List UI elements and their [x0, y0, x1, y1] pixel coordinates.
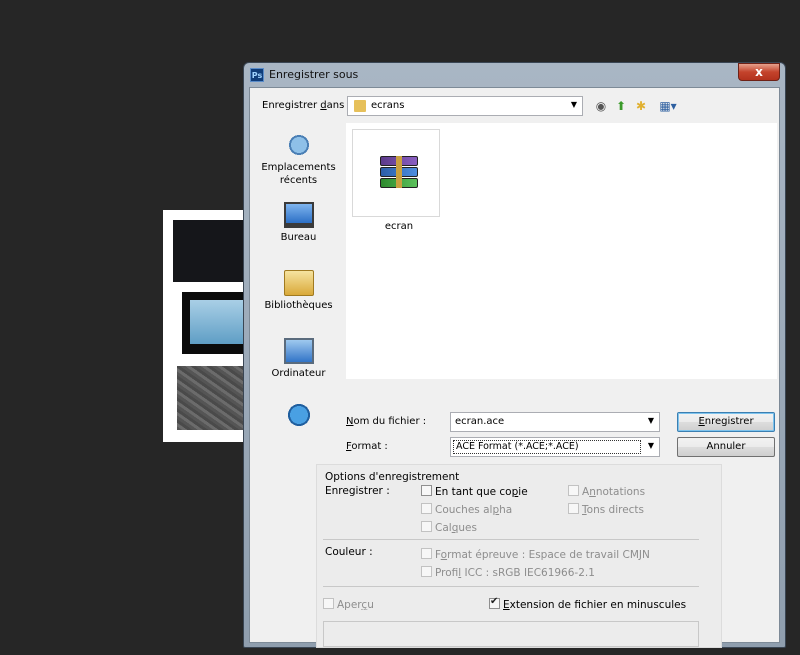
place-label: Bureau — [280, 232, 317, 243]
color-label: Couleur : — [325, 546, 373, 558]
save-options-label: Enregistrer : — [325, 485, 390, 497]
separator — [323, 586, 699, 587]
checkbox[interactable] — [421, 485, 432, 496]
format-dropdown[interactable]: ACE Format (*.ACE;*.ACE) ▼ — [450, 437, 660, 457]
back-icon[interactable]: ◉ — [594, 99, 608, 113]
lookin-value: ecrans — [371, 100, 405, 111]
close-button[interactable]: x — [738, 63, 780, 81]
place-label: Ordinateur — [271, 368, 326, 379]
separator — [323, 539, 699, 540]
place-network[interactable] — [256, 402, 341, 431]
checkbox[interactable] — [568, 485, 579, 496]
save-options-group: Options d'enregistrement Enregistrer : E… — [316, 464, 722, 648]
file-name[interactable]: ecran — [352, 221, 446, 232]
recent-places-icon — [283, 132, 314, 158]
libraries-icon — [283, 270, 314, 296]
checkbox[interactable] — [421, 548, 432, 559]
place-libraries[interactable]: Bibliothèques — [256, 270, 341, 312]
chevron-down-icon[interactable]: ▼ — [648, 416, 654, 425]
checkbox[interactable] — [421, 503, 432, 514]
background-thumbnail-texture — [177, 366, 253, 430]
dialog-client-area: Enregistrer dans : ecrans ▼ ◉ ⬆ ✱ ▦▾ Emp… — [249, 87, 780, 648]
chevron-down-icon: ▼ — [570, 100, 577, 109]
filename-input[interactable]: ecran.ace ▼ — [450, 412, 660, 432]
view-menu-icon[interactable]: ▦▾ — [656, 99, 680, 113]
checkbox[interactable] — [421, 566, 432, 577]
dialog-title: Enregistrer sous — [269, 68, 359, 81]
as-copy-checkbox[interactable]: En tant que copie — [421, 485, 528, 498]
place-computer[interactable]: Ordinateur — [256, 338, 341, 380]
navigation-toolbar: ◉ ⬆ ✱ ▦▾ — [594, 96, 684, 116]
new-folder-icon[interactable]: ✱ — [634, 99, 648, 113]
filename-label: Nom du fichier : — [346, 416, 427, 427]
checkbox[interactable] — [568, 503, 579, 514]
background-thumbnail-dark — [173, 220, 253, 282]
lookin-label: Enregistrer dans : — [262, 100, 351, 111]
chevron-down-icon[interactable]: ▼ — [648, 441, 654, 450]
cancel-button[interactable]: Annuler — [677, 437, 775, 457]
layers-checkbox[interactable]: Calques — [421, 521, 477, 534]
file-item[interactable] — [352, 129, 440, 217]
warning-area — [323, 621, 699, 647]
place-desktop[interactable]: Bureau — [256, 202, 341, 244]
save-button[interactable]: Enregistrer — [677, 412, 775, 432]
computer-icon — [283, 338, 314, 364]
icc-profile-checkbox[interactable]: Profil ICC : sRGB IEC61966-2.1 — [421, 566, 595, 579]
format-value: ACE Format (*.ACE;*.ACE) — [453, 440, 641, 454]
proof-setup-checkbox[interactable]: Format épreuve : Espace de travail CMJN — [421, 548, 650, 561]
alpha-channels-checkbox[interactable]: Couches alpha — [421, 503, 512, 516]
photoshop-icon: Ps — [250, 68, 264, 82]
lowercase-extension-checkbox[interactable]: Extension de fichier en minuscules — [489, 596, 686, 611]
format-label: Format : — [346, 441, 388, 452]
folder-icon — [354, 100, 366, 112]
checkbox[interactable] — [489, 596, 500, 609]
options-title: Options d'enregistrement — [325, 471, 460, 483]
lookin-dropdown[interactable]: ecrans ▼ — [347, 96, 583, 116]
place-recent[interactable]: Emplacements récents — [256, 132, 341, 187]
annotations-checkbox[interactable]: Annotations — [568, 485, 645, 498]
winrar-archive-icon — [380, 156, 418, 188]
checkbox[interactable] — [323, 598, 334, 609]
thumbnail-preview-checkbox[interactable]: Aperçu — [323, 598, 374, 611]
up-folder-icon[interactable]: ⬆ — [614, 99, 628, 113]
save-as-dialog: Ps Enregistrer sous x Enregistrer dans :… — [243, 62, 786, 648]
checkbox[interactable] — [421, 521, 432, 532]
title-bar[interactable]: Ps Enregistrer sous x — [244, 63, 785, 87]
place-label: Emplacements récents — [261, 162, 336, 186]
desktop-icon — [283, 202, 314, 228]
filename-value: ecran.ace — [455, 416, 505, 427]
file-list[interactable]: ecran — [346, 123, 777, 379]
spot-colors-checkbox[interactable]: Tons directs — [568, 503, 644, 516]
network-icon — [283, 402, 314, 428]
background-thumbnail-screen — [182, 292, 252, 354]
place-label: Bibliothèques — [264, 300, 333, 311]
